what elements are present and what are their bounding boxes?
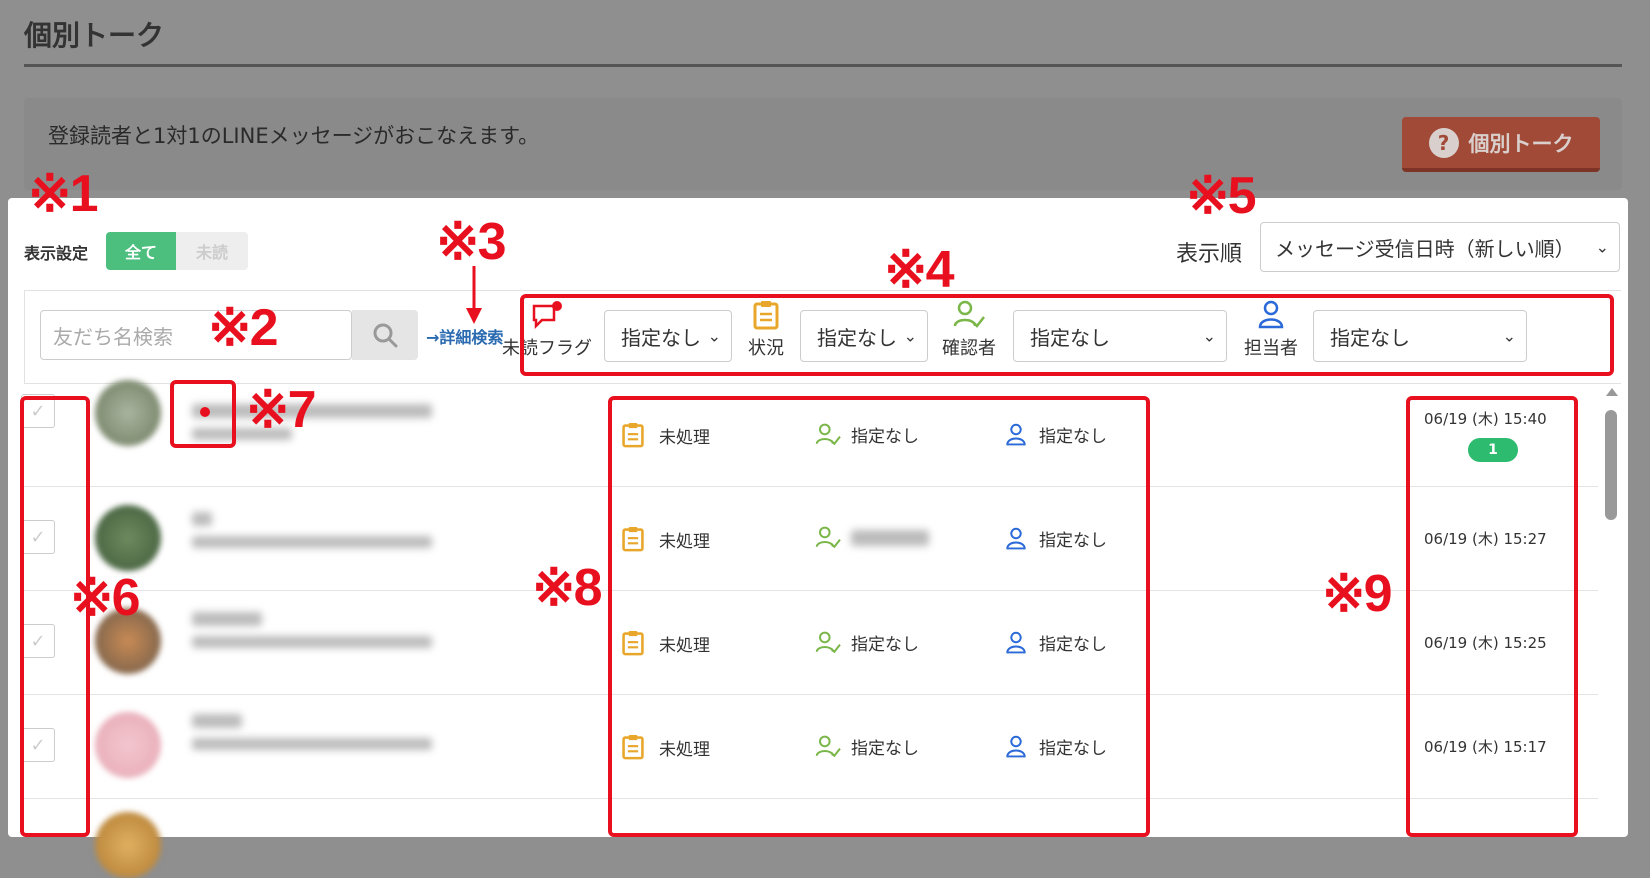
annotation-label-7: ※7	[246, 381, 316, 439]
title-divider	[24, 64, 1622, 67]
sort-select-value: メッセージ受信日時（新しい順）	[1275, 236, 1575, 261]
message-preview-blurred	[192, 738, 432, 750]
avatar	[95, 812, 161, 878]
scrollbar-thumb[interactable]	[1605, 410, 1617, 520]
sort-label: 表示順	[1176, 242, 1243, 267]
display-toggle: 全て 未読	[106, 232, 248, 270]
scroll-up-arrow[interactable]	[1606, 388, 1618, 396]
friend-name-blurred	[192, 714, 242, 728]
annotation-label-2: ※2	[208, 299, 278, 357]
annotation-label-6: ※6	[70, 569, 140, 627]
toggle-unread-button[interactable]: 未読	[176, 232, 248, 270]
annotation-box-7	[170, 380, 236, 448]
search-icon	[373, 323, 398, 348]
page-title: 個別トーク	[24, 19, 165, 52]
help-button[interactable]: ? 個別トーク	[1402, 117, 1600, 172]
question-icon: ?	[1428, 127, 1459, 158]
chevron-down-icon: ⌄	[1595, 237, 1609, 257]
help-button-label: 個別トーク	[1468, 131, 1574, 156]
page-description: 登録読者と1対1のLINEメッセージがおこなえます。	[48, 124, 540, 148]
annotation-box-9	[1406, 396, 1578, 837]
friend-name-blurred	[192, 512, 212, 526]
annotation-label-3: ※3	[436, 213, 506, 271]
avatar	[95, 505, 161, 571]
description-box: 登録読者と1対1のLINEメッセージがおこなえます。	[24, 98, 1622, 190]
annotation-label-8: ※8	[532, 559, 602, 617]
message-preview-blurred	[192, 536, 432, 548]
annotation-box-4	[520, 294, 1614, 376]
avatar	[95, 380, 161, 446]
friend-search-input[interactable]: 友だち名検索	[40, 310, 352, 360]
message-preview-blurred	[192, 636, 432, 648]
display-setting-label: 表示設定	[24, 244, 89, 263]
avatar	[95, 712, 161, 778]
arrow-down-icon	[466, 266, 482, 324]
toggle-all-button[interactable]: 全て	[106, 232, 176, 270]
annotation-box-8	[608, 396, 1150, 837]
search-button[interactable]	[352, 310, 418, 360]
annotation-label-9: ※9	[1322, 565, 1392, 623]
annotation-label-4: ※4	[884, 241, 954, 299]
search-placeholder: 友だち名検索	[53, 324, 173, 349]
friend-name-blurred	[192, 612, 262, 626]
annotation-label-5: ※5	[1186, 167, 1256, 225]
sort-select[interactable]: メッセージ受信日時（新しい順） ⌄	[1260, 222, 1620, 272]
annotation-label-1: ※1	[28, 165, 98, 223]
advanced-search-link[interactable]: →詳細検索	[426, 324, 503, 348]
